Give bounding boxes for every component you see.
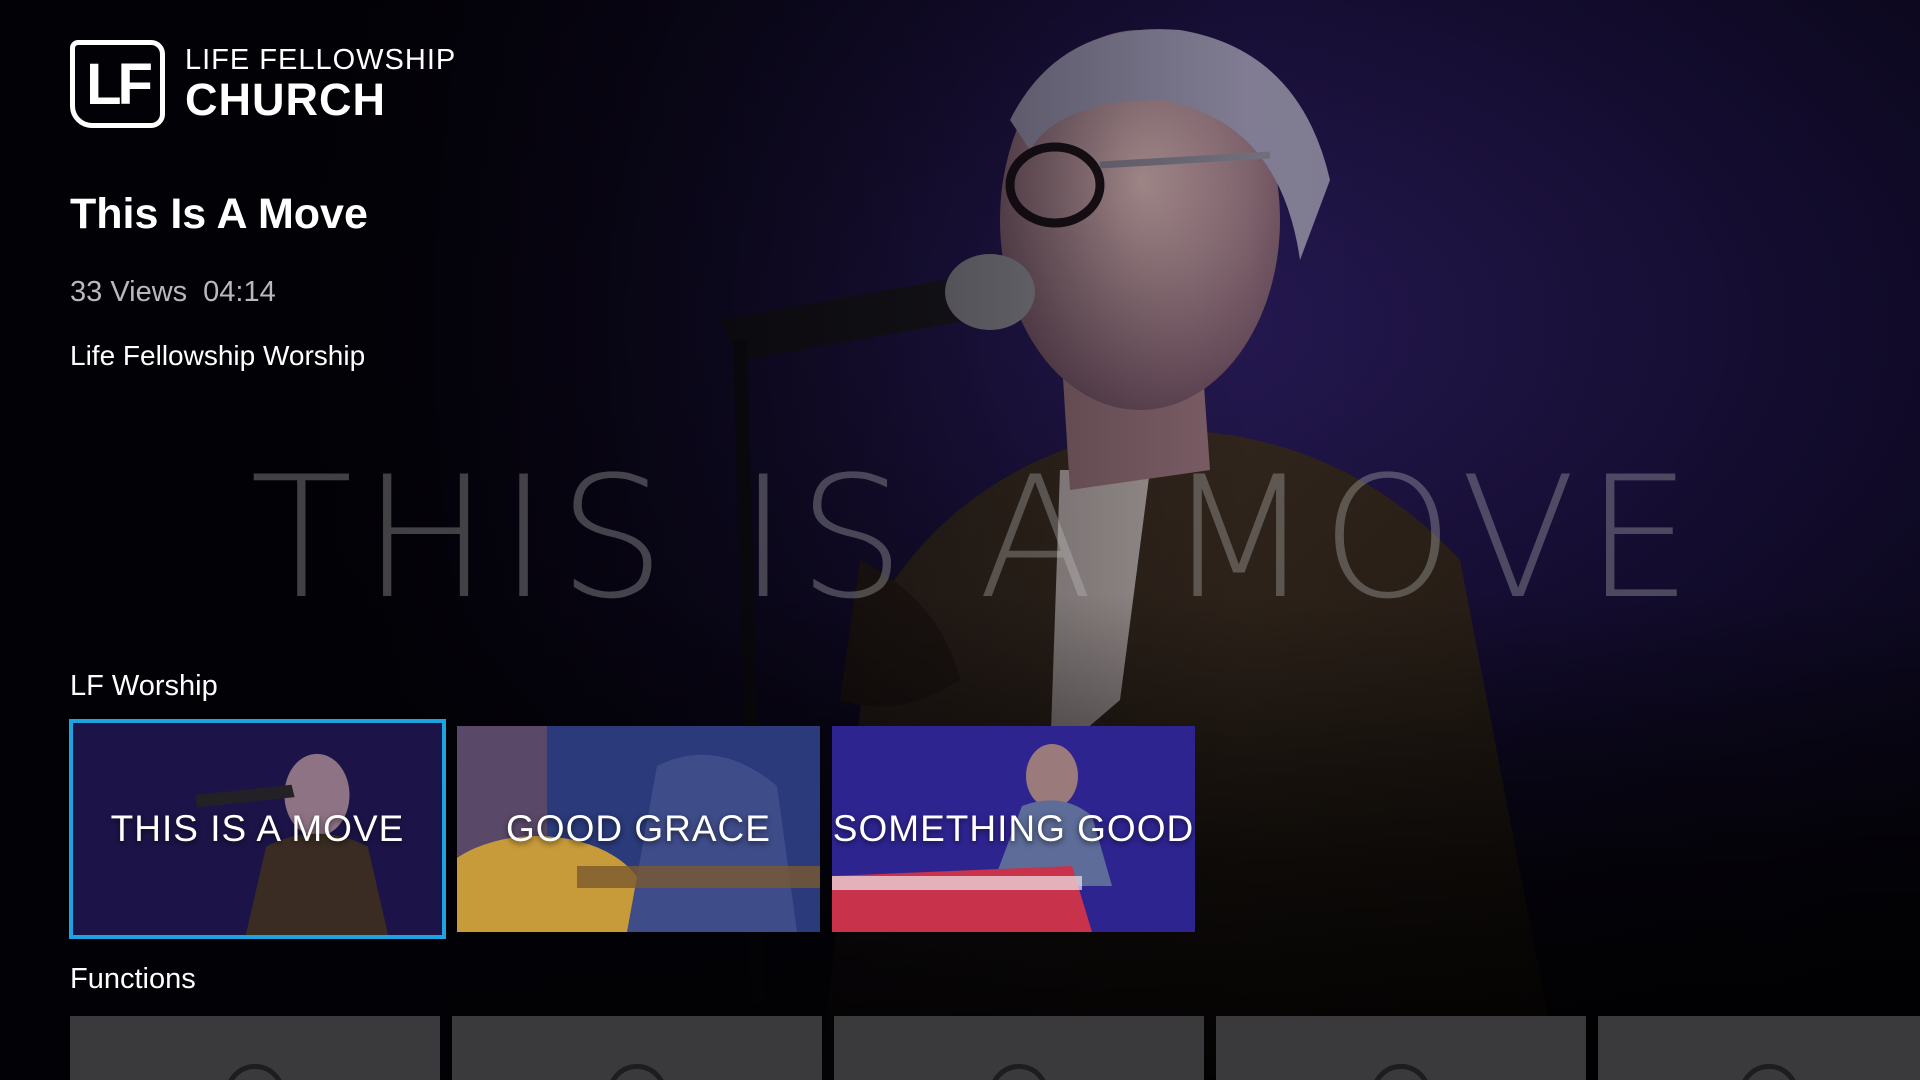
row-title-lf-worship: LF Worship bbox=[70, 670, 218, 702]
card-title: THIS IS A MOVE bbox=[110, 808, 405, 849]
functions-row bbox=[70, 1016, 1920, 1080]
video-meta: 33 Views 04:14 bbox=[70, 276, 276, 309]
card-title: GOOD GRACE bbox=[506, 808, 771, 849]
video-duration: 04:14 bbox=[203, 276, 276, 308]
function-icon bbox=[1371, 1064, 1431, 1080]
function-tile-5[interactable] bbox=[1598, 1016, 1920, 1080]
function-tile-2[interactable] bbox=[452, 1016, 822, 1080]
card-title: SOMETHING GOOD bbox=[832, 808, 1195, 849]
row-title-functions: Functions bbox=[70, 963, 196, 995]
view-count: 33 Views bbox=[70, 276, 188, 308]
function-icon bbox=[989, 1064, 1049, 1080]
video-card-this-is-a-move[interactable]: THIS IS A MOVE bbox=[69, 719, 446, 939]
video-title: This Is A Move bbox=[70, 190, 368, 238]
logo-line-1: LIFE FELLOWSHIP bbox=[185, 44, 457, 76]
function-tile-4[interactable] bbox=[1216, 1016, 1586, 1080]
church-logo: LF LIFE FELLOWSHIP CHURCH bbox=[70, 40, 456, 128]
video-card-good-grace[interactable]: GOOD GRACE bbox=[457, 726, 820, 932]
video-channel: Life Fellowship Worship bbox=[70, 340, 366, 371]
function-icon bbox=[225, 1064, 285, 1080]
function-icon bbox=[1739, 1064, 1799, 1080]
video-card-something-good[interactable]: SOMETHING GOOD bbox=[832, 726, 1195, 932]
function-tile-1[interactable] bbox=[70, 1016, 440, 1080]
logo-line-2: CHURCH bbox=[185, 74, 386, 125]
lf-worship-row: THIS IS A MOVE GOOD GRACE SOMETHING GOOD bbox=[69, 719, 1195, 939]
hero-overlay-title: THIS IS A MOVE bbox=[250, 440, 1702, 636]
logo-mark: LF bbox=[70, 40, 165, 128]
function-tile-3[interactable] bbox=[834, 1016, 1204, 1080]
app-screen: THIS IS A MOVE LF LIFE FELLOWSHIP CHURCH… bbox=[0, 0, 1920, 1080]
logo-wordmark: LIFE FELLOWSHIP CHURCH bbox=[185, 44, 457, 125]
function-icon bbox=[607, 1064, 667, 1080]
